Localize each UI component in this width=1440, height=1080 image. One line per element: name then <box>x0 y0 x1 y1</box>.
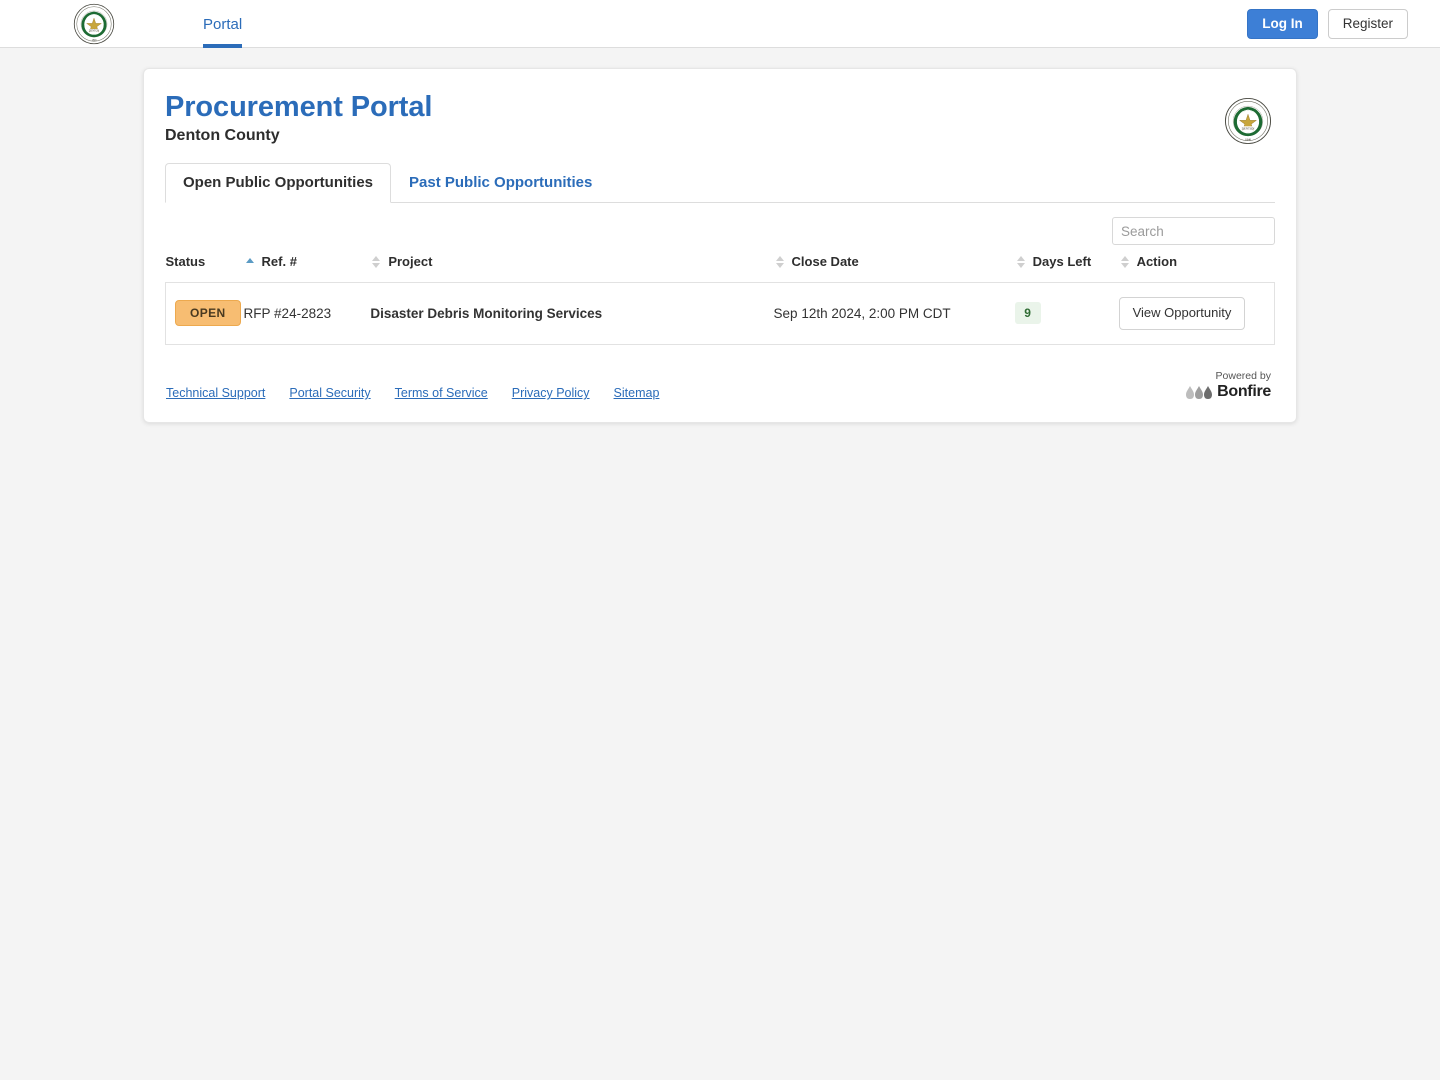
status-badge: OPEN <box>175 300 241 327</box>
card-footer: Technical Support Portal Security Terms … <box>165 345 1275 423</box>
opportunities-table: Status Ref. # Project Close Date Days Le… <box>164 254 1275 345</box>
footer-link-privacy-policy[interactable]: Privacy Policy <box>512 386 590 400</box>
sort-ascending-icon[interactable] <box>244 258 256 265</box>
nav-link-portal[interactable]: Portal <box>203 0 243 48</box>
cell-days-left: 9 <box>1014 282 1119 345</box>
powered-by-label: Powered by <box>1215 369 1271 382</box>
title-block: Procurement Portal Denton County <box>165 93 432 144</box>
navbar-links: Portal <box>203 0 243 48</box>
column-label-status: Status <box>165 254 206 269</box>
table-head: Status Ref. # Project Close Date Days Le… <box>165 254 1275 283</box>
sort-toggle-icon[interactable] <box>370 255 382 268</box>
column-label-close-date: Close Date <box>791 254 859 269</box>
register-button[interactable]: Register <box>1327 8 1408 40</box>
svg-text:DENTON: DENTON <box>89 30 99 33</box>
tab-past-public-opportunities[interactable]: Past Public Opportunities <box>391 163 610 203</box>
cell-close-date: Sep 12th 2024, 2:00 PM CDT <box>773 282 1015 345</box>
svg-text:DENTON: DENTON <box>1242 127 1255 131</box>
navbar-brand-logo[interactable]: DENTON 1846 <box>72 2 116 46</box>
cell-project: Disaster Debris Monitoring Services <box>370 282 774 345</box>
column-label-project: Project <box>388 254 433 269</box>
column-header-ref[interactable]: Ref. # <box>243 254 371 283</box>
column-header-close-date[interactable]: Close Date <box>773 254 1015 283</box>
cell-status: OPEN <box>164 282 244 345</box>
card-header: Procurement Portal Denton County DENTON … <box>165 69 1275 165</box>
column-label-action: Action <box>1136 254 1178 269</box>
page-subtitle: Denton County <box>165 127 280 144</box>
table-body: OPEN RFP #24-2823 Disaster Debris Monito… <box>164 282 1275 345</box>
page-title: Procurement Portal <box>165 91 433 123</box>
log-in-button[interactable]: Log In <box>1247 8 1318 40</box>
denton-county-seal-icon: DENTON 1846 <box>73 3 115 45</box>
column-header-days-left[interactable]: Days Left <box>1014 254 1119 283</box>
footer-link-terms-of-service[interactable]: Terms of Service <box>395 386 488 400</box>
column-label-days-left: Days Left <box>1032 254 1092 269</box>
column-header-action: Action <box>1118 254 1275 283</box>
column-header-project[interactable]: Project <box>370 254 774 283</box>
cell-action: View Opportunity <box>1118 282 1275 345</box>
search-input[interactable] <box>1112 217 1275 245</box>
footer-link-sitemap[interactable]: Sitemap <box>614 386 660 400</box>
view-opportunity-button[interactable]: View Opportunity <box>1118 297 1246 330</box>
table-header-row: Status Ref. # Project Close Date Days Le… <box>165 254 1275 283</box>
table-row[interactable]: OPEN RFP #24-2823 Disaster Debris Monito… <box>164 282 1275 345</box>
procurement-portal-card: Procurement Portal Denton County DENTON … <box>143 68 1297 424</box>
footer-links: Technical Support Portal Security Terms … <box>165 386 659 400</box>
svg-text:1846: 1846 <box>91 39 97 42</box>
column-label-ref: Ref. # <box>261 254 297 269</box>
column-header-status[interactable]: Status <box>165 254 244 283</box>
sort-toggle-icon[interactable] <box>1015 255 1027 268</box>
cell-ref: RFP #24-2823 <box>243 282 371 345</box>
footer-link-portal-security[interactable]: Portal Security <box>289 386 370 400</box>
powered-by-bonfire: Powered by Bonfire <box>1186 371 1275 401</box>
denton-county-seal-icon: DENTON 1846 <box>1224 97 1272 145</box>
bonfire-wordmark: Bonfire <box>1217 383 1271 401</box>
opportunity-tabs: Open Public Opportunities Past Public Op… <box>165 163 1275 203</box>
search-row <box>165 203 1275 254</box>
sort-toggle-icon[interactable] <box>1119 255 1131 268</box>
sort-toggle-icon[interactable] <box>774 255 786 268</box>
bonfire-flames-icon <box>1186 385 1213 399</box>
days-left-badge: 9 <box>1014 302 1041 325</box>
tab-open-public-opportunities[interactable]: Open Public Opportunities <box>165 163 392 203</box>
top-navbar: DENTON 1846 Portal Log In Register <box>0 0 1440 48</box>
navbar-actions: Log In Register <box>1247 0 1408 48</box>
bonfire-lockup: Bonfire <box>1186 384 1271 400</box>
svg-text:1846: 1846 <box>1245 138 1252 142</box>
card-seal: DENTON 1846 <box>1224 97 1272 145</box>
footer-link-technical-support[interactable]: Technical Support <box>166 386 265 400</box>
